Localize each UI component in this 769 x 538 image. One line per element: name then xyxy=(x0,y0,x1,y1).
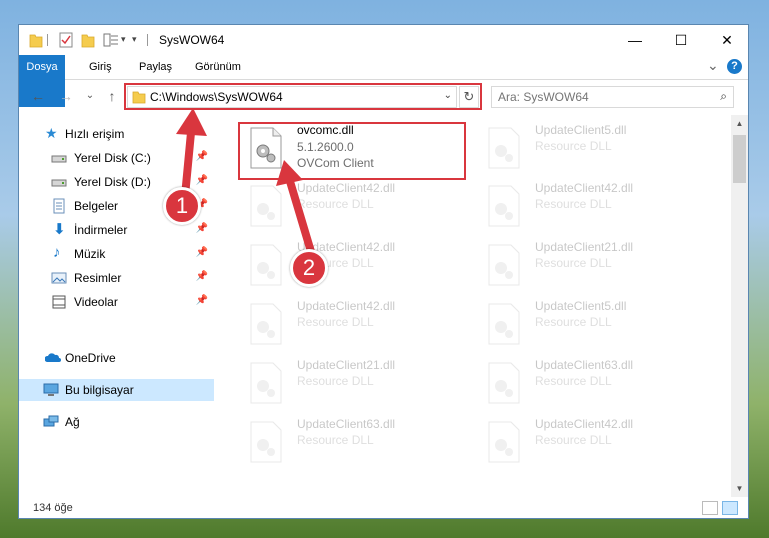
arrow-2 xyxy=(276,160,316,259)
step-2-badge: 2 xyxy=(290,249,328,287)
annotation-overlay xyxy=(176,108,316,259)
step-1-badge: 1 xyxy=(163,187,201,225)
arrow-1 xyxy=(176,108,207,200)
